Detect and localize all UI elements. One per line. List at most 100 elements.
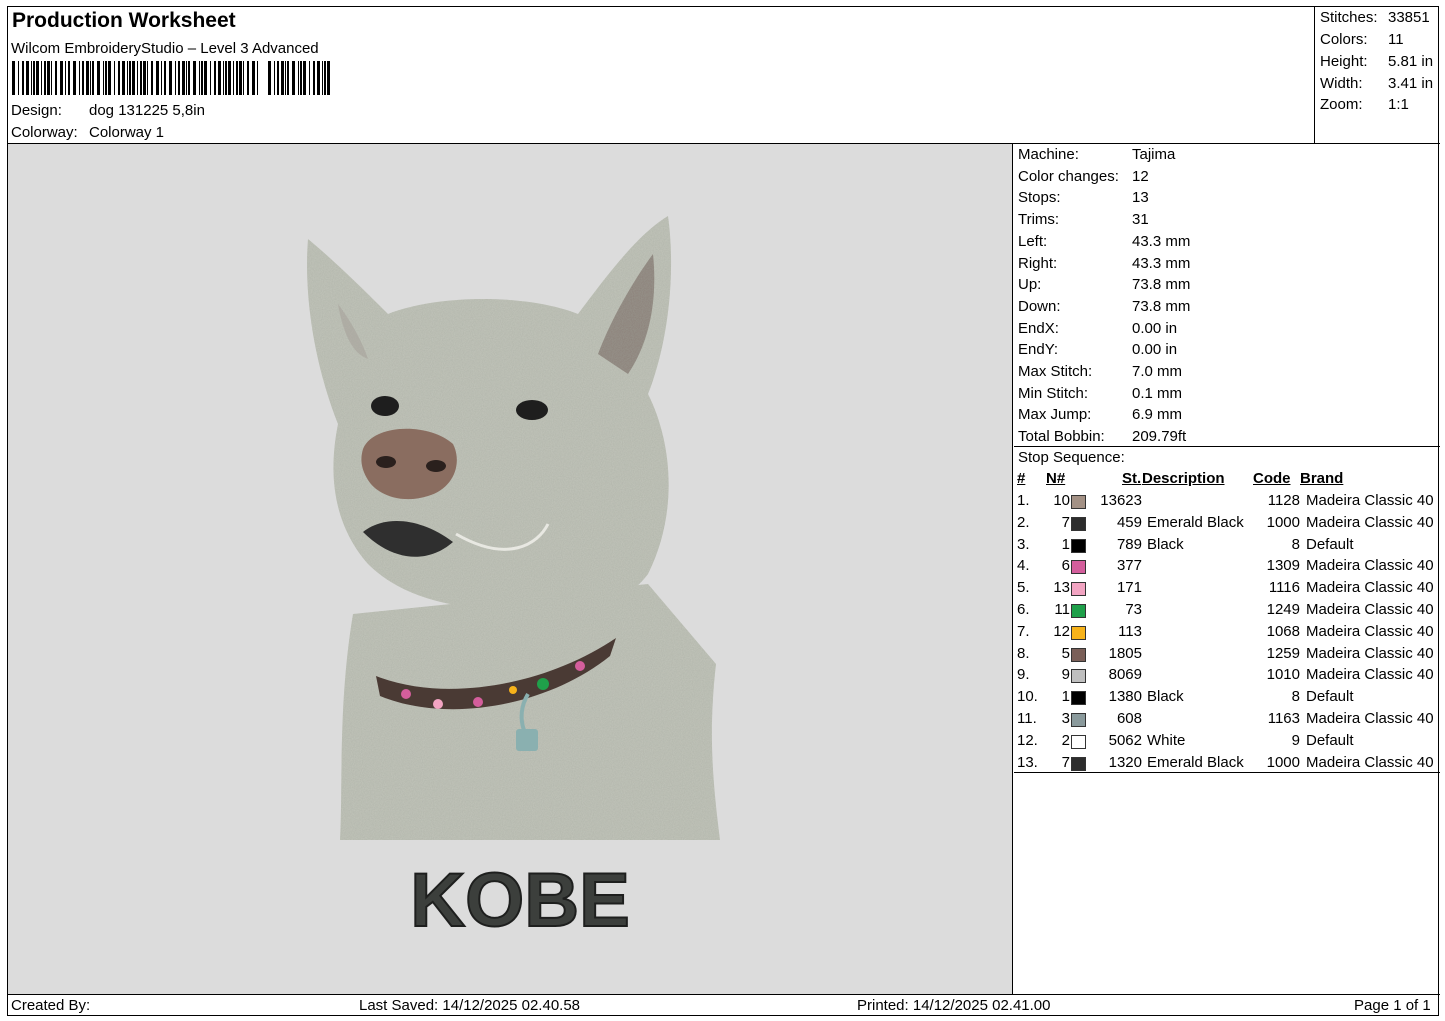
stat-value: 3.41 in [1388, 75, 1434, 92]
table-row: 12. 2 5062 White 9 Default [1014, 732, 1440, 753]
machine-value: 12 [1132, 167, 1149, 185]
machine-value: 209.79ft [1132, 428, 1187, 446]
color-swatch [1071, 756, 1086, 771]
cell-st: 377 [1116, 557, 1142, 575]
cell-brand: Madeira Classic 40 [1306, 753, 1434, 771]
cell-brand: Default [1306, 535, 1354, 553]
stat-label: Zoom: [1320, 96, 1363, 113]
col-header-desc: Description [1142, 470, 1225, 487]
machine-value: 0.1 mm [1132, 384, 1183, 402]
cell-code: 1249 [1266, 601, 1300, 618]
cell-code: 8 [1291, 535, 1300, 553]
machine-value: 73.8 mm [1132, 297, 1191, 315]
machine-row: Min Stitch: 0.1 mm [1018, 385, 1182, 402]
machine-row: Machine: Tajima [1018, 146, 1175, 163]
cell-st: 608 [1116, 710, 1142, 727]
cell-n: 10 [1053, 492, 1070, 509]
cell-idx: 8. [1017, 644, 1030, 662]
cell-brand: Default [1306, 731, 1354, 749]
cell-code: 1259 [1266, 644, 1300, 662]
cell-st: 5062 [1108, 731, 1142, 749]
machine-value: 7.0 mm [1132, 363, 1183, 380]
cell-desc: Black [1147, 688, 1184, 706]
cell-idx: 1. [1017, 492, 1030, 509]
cell-n: 6 [1061, 557, 1070, 575]
machine-label: Machine: [1018, 146, 1079, 163]
cell-desc: Emerald Black [1147, 513, 1244, 531]
last-saved: Last Saved: 14/12/2025 02.40.58 [359, 997, 581, 1014]
machine-label: EndX: [1018, 319, 1059, 337]
cell-desc: White [1147, 731, 1186, 749]
cell-n: 5 [1061, 644, 1070, 662]
eye [516, 400, 548, 420]
cell-desc: Emerald Black [1147, 753, 1244, 771]
machine-label: Max Jump: [1018, 406, 1092, 424]
stat-zoom: Zoom: 1:1 [1320, 96, 1409, 113]
table-row: 6. 11 73 1249 Madeira Classic 40 [1014, 601, 1440, 622]
barcode-icon [12, 61, 330, 95]
color-swatch [1071, 691, 1086, 706]
machine-row: EndY: 0.00 in [1018, 341, 1177, 358]
machine-value: 73.8 mm [1132, 276, 1191, 294]
color-swatch [1071, 734, 1086, 749]
cell-n: 9 [1061, 666, 1070, 684]
stat-height: Height: 5.81 in [1320, 53, 1433, 70]
page-title: Production Worksheet [12, 9, 236, 32]
machine-label: Trims: [1018, 211, 1060, 229]
machine-label: Total Bobbin: [1018, 428, 1105, 446]
cell-st: 171 [1116, 579, 1142, 597]
worksheet-footer: Created By: Last Saved: 14/12/2025 02.40… [8, 994, 1440, 1017]
cell-n: 12 [1053, 622, 1070, 640]
cell-n: 7 [1061, 513, 1070, 531]
stat-stitches: Stitches: 33851 [1320, 9, 1430, 26]
color-swatch [1071, 538, 1086, 553]
color-swatch [1071, 625, 1086, 640]
cell-st: 1805 [1108, 644, 1142, 662]
cell-idx: 6. [1017, 601, 1030, 618]
machine-row: Max Jump: 6.9 mm [1018, 406, 1182, 423]
cell-st: 1380 [1108, 688, 1142, 706]
cell-st: 113 [1118, 622, 1142, 640]
machine-row: Up: 73.8 mm [1018, 276, 1190, 293]
cell-code: 1116 [1268, 579, 1300, 597]
table-row: 10. 1 1380 Black 8 Default [1014, 688, 1440, 709]
machine-value: 0.00 in [1132, 319, 1178, 337]
stat-label: Height: [1320, 53, 1368, 70]
machine-row: Trims: 31 [1018, 211, 1149, 228]
printed-date: Printed: 14/12/2025 02.41.00 [857, 997, 1051, 1014]
design-value: dog 131225 5,8in [89, 102, 205, 119]
stat-value: 33851 [1388, 9, 1430, 26]
cell-st: 73 [1125, 601, 1142, 618]
machine-row: Total Bobbin: 209.79ft [1018, 428, 1186, 445]
machine-value: 0.00 in [1132, 341, 1178, 359]
cell-n: 1 [1061, 535, 1070, 553]
col-header-idx: # [1017, 470, 1026, 487]
cell-idx: 13. [1017, 753, 1038, 771]
table-row: 1. 10 13623 1128 Madeira Classic 40 [1014, 492, 1440, 513]
cell-code: 9 [1291, 731, 1300, 749]
cell-brand: Madeira Classic 40 [1306, 601, 1434, 618]
stat-value: 5.81 in [1388, 53, 1434, 70]
table-row: 5. 13 171 1116 Madeira Classic 40 [1014, 579, 1440, 600]
colorway-row: Colorway: Colorway 1 [11, 124, 164, 141]
cell-st: 13623 [1100, 492, 1142, 509]
stat-width: Width: 3.41 in [1320, 75, 1433, 92]
cell-brand: Madeira Classic 40 [1306, 644, 1434, 662]
stat-label: Colors: [1320, 31, 1368, 48]
machine-row: Stops: 13 [1018, 189, 1149, 206]
color-swatch [1071, 647, 1086, 662]
cell-brand: Madeira Classic 40 [1306, 622, 1434, 640]
cell-code: 8 [1291, 688, 1300, 706]
table-row: 4. 6 377 1309 Madeira Classic 40 [1014, 557, 1440, 578]
cell-brand: Madeira Classic 40 [1306, 557, 1434, 575]
col-header-code: Code [1253, 470, 1291, 487]
stat-label: Width: [1320, 75, 1363, 92]
stat-label: Stitches: [1320, 9, 1378, 26]
worksheet-header: Production Worksheet Wilcom EmbroiderySt… [8, 7, 1440, 144]
cell-n: 1 [1061, 688, 1070, 706]
cell-desc: Black [1147, 535, 1184, 553]
cell-code: 1000 [1266, 753, 1300, 771]
eye [371, 396, 399, 416]
table-row: 11. 3 608 1163 Madeira Classic 40 [1014, 710, 1440, 731]
machine-label: Max Stitch: [1018, 363, 1093, 380]
